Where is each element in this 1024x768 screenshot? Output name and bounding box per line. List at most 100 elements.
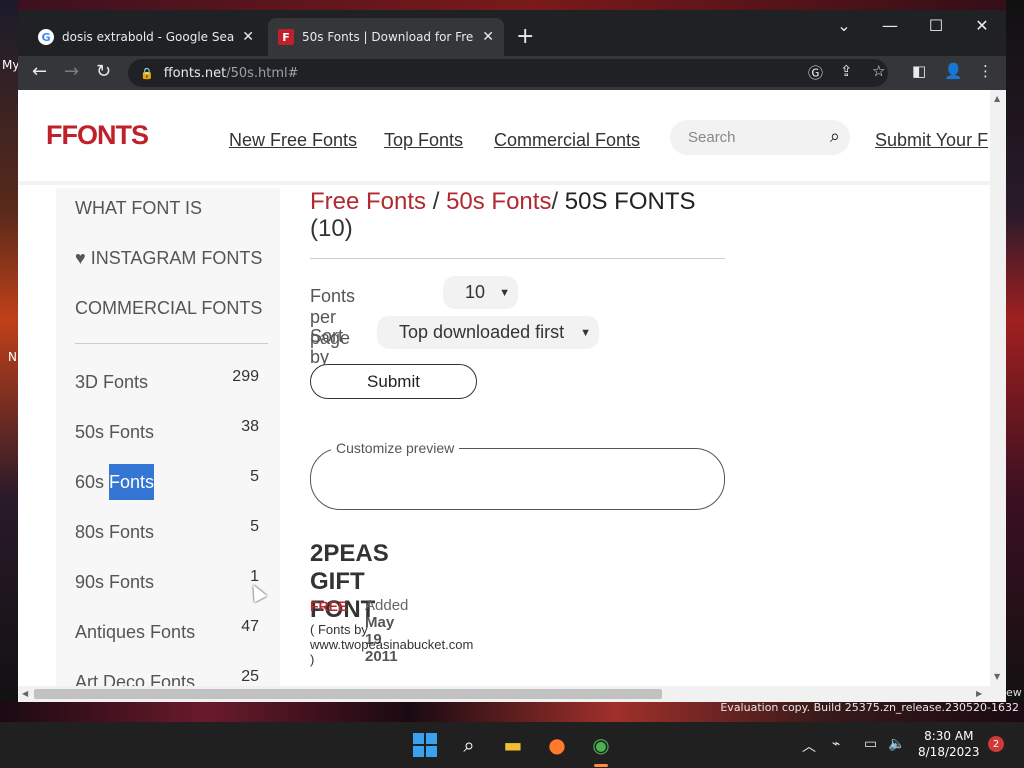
category-60s-fonts[interactable]: 60s Fonts 5 (75, 464, 265, 500)
taskbar: ⌕ ▬ ● ◉ ︿ ⌁ ▭ 🔈 8:30 AM 8/18/2023 2 (0, 722, 1024, 768)
nav-new-free-fonts[interactable]: New Free Fonts (229, 130, 357, 151)
search-icon[interactable]: ⌕ (454, 730, 484, 760)
network-icon[interactable]: ⌁ (832, 736, 840, 752)
scroll-left-icon[interactable]: ◀ (22, 689, 28, 698)
category-count: 38 (241, 418, 259, 435)
scrollbar-thumb[interactable] (34, 689, 662, 699)
time: 8:30 AM (924, 729, 974, 743)
back-icon[interactable]: ← (32, 61, 47, 82)
google-icon: G (38, 29, 54, 45)
search-icon[interactable]: ⌕ (830, 126, 840, 147)
tab-google-search[interactable]: G dosis extrabold - Google Search ✕ (28, 18, 264, 56)
evaluation-watermark: Evaluation copy. Build 25375.zn_release.… (720, 701, 1019, 714)
address-bar[interactable]: 🔒 ffonts.net/50s.html# (128, 59, 888, 87)
close-window-button[interactable]: ✕ (962, 16, 1002, 35)
chrome-icon[interactable]: ◉ (586, 730, 616, 760)
start-button[interactable] (410, 730, 440, 760)
category-label: 60s (75, 472, 110, 492)
category-label: 90s Fonts (75, 572, 155, 592)
category-label: Antiques Fonts (75, 622, 196, 642)
category-art-deco-fonts[interactable]: Art Deco Fonts 25 (75, 668, 265, 686)
site-logo[interactable]: FFONTS (46, 120, 149, 151)
sort-by-label: Sort by (310, 326, 344, 367)
profile-icon[interactable]: 👤 (944, 62, 963, 80)
search-input[interactable] (688, 129, 808, 146)
tab-search-icon[interactable]: ⌄ (824, 16, 864, 35)
breadcrumb-separator: / (426, 188, 447, 215)
bookmark-star-icon[interactable]: ☆ (872, 62, 885, 80)
web-page: FFONTS New Free Fonts Top Fonts Commerci… (18, 90, 990, 686)
share-icon[interactable]: ⇪ (840, 62, 853, 80)
select-value: 10 (465, 282, 486, 302)
maximize-button[interactable]: ☐ (916, 16, 956, 35)
forward-icon[interactable]: → (64, 61, 79, 82)
firefox-icon[interactable]: ● (542, 730, 572, 760)
scroll-down-icon[interactable]: ▼ (994, 672, 1000, 681)
category-count: 5 (250, 468, 259, 485)
chevron-down-icon: ▼ (580, 326, 591, 339)
sidebar-commercial-fonts[interactable]: COMMERCIAL FONTS (75, 298, 262, 319)
browser-toolbar: ← → ↻ 🔒 ffonts.net/50s.html# Ⓖ ⇪ ☆ ◧ 👤 ⋮ (18, 56, 1006, 90)
desktop-icon-label: My (2, 58, 20, 72)
selected-text: Fonts (109, 464, 155, 500)
breadcrumb-free-fonts[interactable]: Free Fonts (310, 188, 426, 215)
tab-50s-fonts[interactable]: F 50s Fonts | Download for Free - F ✕ (268, 18, 504, 56)
category-antiques-fonts[interactable]: Antiques Fonts 47 (75, 618, 265, 650)
active-app-indicator (594, 764, 608, 767)
close-icon[interactable]: ✕ (242, 29, 254, 45)
category-label: Art Deco Fonts (75, 672, 196, 686)
desktop-icon-label: N (8, 350, 17, 364)
scroll-right-icon[interactable]: ▶ (976, 689, 982, 698)
font-author[interactable]: ( Fonts by www.twopeasinabucket.com ) (310, 622, 473, 667)
submit-button[interactable]: Submit (310, 364, 477, 399)
reload-icon[interactable]: ↻ (96, 61, 111, 82)
desktop-background-right (1006, 0, 1024, 710)
ffonts-icon: F (278, 29, 294, 45)
customize-preview-label: Customize preview (331, 440, 460, 456)
fonts-per-page-select[interactable]: 10 ▼ (443, 276, 518, 309)
license-badge: FREE (310, 598, 348, 614)
nav-top-fonts[interactable]: Top Fonts (384, 130, 463, 151)
category-label: 3D Fonts (75, 372, 149, 392)
volume-icon[interactable]: 🔈 (888, 736, 905, 752)
google-lens-icon[interactable]: Ⓖ (808, 62, 823, 83)
divider (310, 258, 725, 259)
horizontal-scrollbar[interactable]: ◀ ▶ (18, 686, 1006, 702)
lock-icon[interactable]: 🔒 (140, 67, 154, 80)
notification-badge[interactable]: 2 (988, 736, 1004, 752)
customize-preview-field[interactable]: Customize preview (310, 440, 725, 510)
select-value: Top downloaded first (399, 322, 565, 342)
vertical-scrollbar[interactable]: ▲ ▼ (990, 90, 1006, 686)
sort-by-select[interactable]: Top downloaded first ▼ (377, 316, 599, 349)
divider (75, 343, 268, 344)
category-50s-fonts[interactable]: 50s Fonts 38 (75, 418, 265, 450)
tab-title: 50s Fonts | Download for Free - F (302, 30, 474, 44)
category-count: 47 (241, 618, 259, 635)
added-prefix: Added (365, 597, 409, 614)
scroll-up-icon[interactable]: ▲ (994, 94, 1000, 103)
page-title: 50S FONTS (564, 188, 696, 215)
category-90s-fonts[interactable]: 90s Fonts 1 (75, 568, 265, 600)
minimize-button[interactable]: — (870, 16, 910, 35)
side-panel-icon[interactable]: ◧ (912, 62, 926, 80)
breadcrumb-50s-fonts[interactable]: 50s Fonts (446, 188, 551, 215)
clock[interactable]: 8:30 AM 8/18/2023 (918, 728, 980, 760)
nav-submit-font[interactable]: Submit Your F (875, 130, 988, 151)
browser-window: G dosis extrabold - Google Search ✕ F 50… (18, 10, 1006, 702)
sidebar-what-font-is[interactable]: WHAT FONT IS (75, 198, 202, 219)
site-header: FFONTS New Free Fonts Top Fonts Commerci… (18, 90, 990, 185)
category-count: 5 (250, 518, 259, 535)
category-label: 50s Fonts (75, 422, 155, 442)
sidebar-instagram-fonts[interactable]: ♥ INSTAGRAM FONTS (75, 248, 262, 269)
menu-dots-icon[interactable]: ⋮ (978, 62, 993, 80)
category-80s-fonts[interactable]: 80s Fonts 5 (75, 518, 265, 550)
chevron-up-icon[interactable]: ︿ (802, 736, 816, 756)
desktop-icon-label: ew (1006, 686, 1022, 699)
display-icon[interactable]: ▭ (864, 736, 877, 752)
url-host: ffonts.net (163, 65, 227, 81)
close-icon[interactable]: ✕ (482, 29, 494, 45)
new-tab-button[interactable]: + (516, 24, 534, 49)
nav-commercial-fonts[interactable]: Commercial Fonts (494, 130, 640, 151)
file-explorer-icon[interactable]: ▬ (498, 730, 528, 760)
category-3d-fonts[interactable]: 3D Fonts 299 (75, 368, 265, 400)
